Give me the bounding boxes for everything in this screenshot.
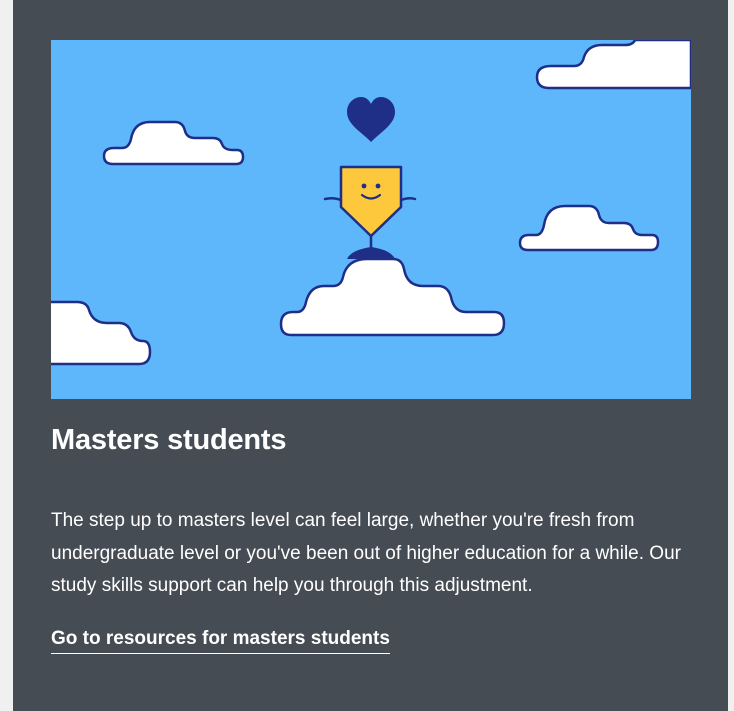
masters-students-card: Masters students The step up to masters … <box>13 0 728 711</box>
hero-illustration <box>51 40 691 399</box>
card-title: Masters students <box>51 424 287 456</box>
card-description: The step up to masters level can feel la… <box>51 510 681 596</box>
sky-illustration <box>51 40 691 399</box>
resources-link[interactable]: Go to resources for masters students <box>51 628 390 654</box>
